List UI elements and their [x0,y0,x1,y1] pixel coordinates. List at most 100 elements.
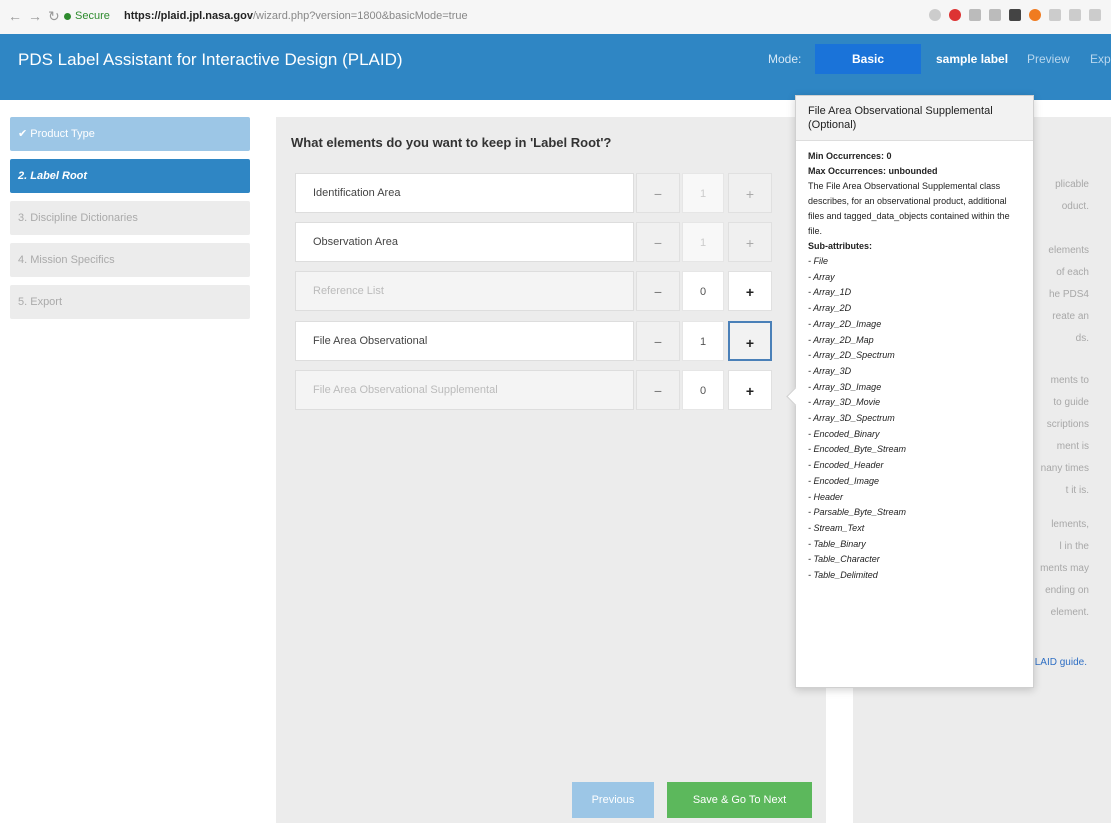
element-row: File Area Observational Supplemental − 0… [295,370,777,410]
help-text: elements [1048,245,1089,256]
help-text: ments may [1040,563,1089,574]
url-host: https://plaid.jpl.nasa.gov [124,10,253,22]
sub-attribute: - Encoded_Image [808,475,880,486]
app-title: PDS Label Assistant for Interactive Desi… [18,50,403,69]
help-text: nany times [1040,463,1089,474]
decrement-button[interactable]: − [636,370,680,410]
element-name: Reference List [295,271,634,311]
url-path: /wizard.php?version=1800&basicMode=true [252,10,468,22]
save-next-button[interactable]: Save & Go To Next [667,782,812,818]
lock-icon [64,12,71,20]
help-text: scriptions [1046,419,1089,430]
extension-icon[interactable] [969,9,981,21]
element-row: Observation Area − 1 + [295,222,777,262]
increment-button: + [728,222,772,262]
previous-button[interactable]: Previous [572,782,654,818]
tooltip-description: The File Area Observational Supplemental… [808,181,1010,236]
help-text: he PDS4 [1048,289,1089,300]
sub-attribute: - Table_Binary [808,538,866,549]
help-text: to guide [1053,397,1089,408]
step-question: What elements do you want to keep in 'La… [291,135,612,150]
sub-attribute: - Encoded_Header [808,460,884,471]
sub-attribute: - Array_2D [808,303,852,314]
sub-attribute: - Array_2D_Spectrum [808,350,895,361]
sub-attribute: - Encoded_Binary [808,428,880,439]
element-name: File Area Observational Supplemental [295,370,634,410]
help-text: of each [1056,267,1089,278]
help-text: reate an [1052,311,1089,322]
star-icon[interactable] [929,9,941,21]
step-mission-specifics: 4. Mission Specifics [10,243,250,277]
sub-attribute: - Table_Character [808,554,880,565]
tooltip-sub-heading: Sub-attributes: [808,241,872,251]
element-row: File Area Observational − 1 + [295,321,777,361]
step-product-type[interactable]: ✔ Product Type [10,117,250,151]
count-field: 1 [682,222,724,262]
help-text: l in the [1059,541,1089,552]
extension-icon[interactable] [1029,9,1041,21]
tooltip-title: File Area Observational Supplemental (Op… [796,96,1033,141]
step-label-root[interactable]: 2. Label Root [10,159,250,193]
increment-button: + [728,173,772,213]
help-text: ending on [1045,585,1089,596]
element-row: Reference List − 0 + [295,271,777,311]
sub-attribute: - Parsable_Byte_Stream [808,507,907,518]
extension-icons [929,9,1101,21]
step-discipline-dictionaries: 3. Discipline Dictionaries [10,201,250,235]
stop-icon[interactable] [949,9,961,21]
help-text: ment is [1056,441,1089,452]
element-row: Identification Area − 1 + [295,173,777,213]
extension-icon[interactable] [1089,9,1101,21]
decrement-button[interactable]: − [636,271,680,311]
extension-icon[interactable] [1069,9,1081,21]
mode-basic-button[interactable]: Basic [815,44,921,74]
decrement-button: − [636,222,680,262]
increment-button[interactable]: + [728,370,772,410]
sub-attribute: - Array [808,271,835,282]
help-text: element. [1050,607,1089,618]
sub-attribute: - Table_Delimited [808,570,878,581]
extension-icon[interactable] [1009,9,1021,21]
count-field[interactable]: 0 [682,271,724,311]
sub-attribute: - Array_3D_Spectrum [808,413,895,424]
extension-icon[interactable] [989,9,1001,21]
address-bar[interactable]: https://plaid.jpl.nasa.gov/wizard.php?ve… [124,10,468,22]
mode-label: Mode: [768,52,802,66]
wizard-steps: ✔ Product Type 2. Label Root 3. Discipli… [10,117,250,327]
increment-button[interactable]: + [728,271,772,311]
sub-attribute: - Stream_Text [808,522,865,533]
help-text: lements, [1051,519,1089,530]
element-name: Identification Area [295,173,634,213]
help-text: ments to [1050,375,1089,386]
label-name-link[interactable]: sample label [936,52,1008,66]
preview-link[interactable]: Preview [1027,52,1070,66]
sub-attribute: - Array_3D [808,365,852,376]
sub-attribute: - Encoded_Byte_Stream [808,444,907,455]
plaid-guide-link[interactable]: LAID guide. [1035,657,1087,668]
tooltip-max-occurrences: Max Occurrences: unbounded [808,166,938,176]
count-field: 1 [682,173,724,213]
app-header: PDS Label Assistant for Interactive Desi… [0,34,1111,100]
tooltip-sub-attributes: - File - Array - Array_1D - Array_2D - A… [808,254,1021,584]
sub-attribute: - Array_3D_Movie [808,397,881,408]
help-text: ds. [1075,333,1089,344]
sub-attribute: - Array_2D_Image [808,318,882,329]
sub-attribute: - Array_3D_Image [808,381,882,392]
element-tooltip: File Area Observational Supplemental (Op… [786,95,1034,688]
secure-indicator[interactable]: Secure [64,10,110,22]
browser-nav-icons[interactable]: ←→↻ [8,8,66,25]
main-panel: What elements do you want to keep in 'La… [276,117,826,823]
sub-attribute: - File [808,256,828,266]
increment-button[interactable]: + [728,321,772,361]
export-link[interactable]: Export [1090,52,1111,66]
sub-attribute: - Array_1D [808,287,852,298]
step-export: 5. Export [10,285,250,319]
count-field[interactable]: 0 [682,370,724,410]
extension-icon[interactable] [1049,9,1061,21]
element-name: File Area Observational [295,321,634,361]
help-text: plicable [1055,179,1089,190]
count-field[interactable]: 1 [682,321,724,361]
decrement-button[interactable]: − [636,321,680,361]
sub-attribute: - Array_2D_Map [808,334,874,345]
help-text: t it is. [1065,485,1089,496]
